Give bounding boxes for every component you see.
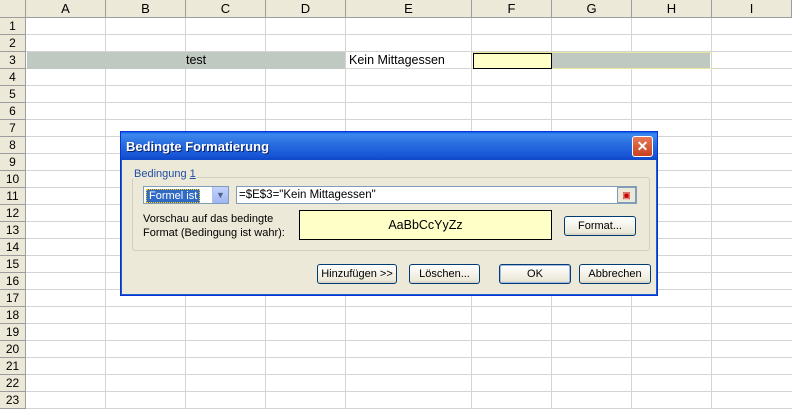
condition-group-label: Bedingung 1 bbox=[133, 168, 197, 180]
grid-row-line bbox=[26, 85, 792, 86]
add-condition-button[interactable]: Hinzufügen >> bbox=[317, 264, 397, 284]
row-header[interactable]: 19 bbox=[0, 324, 26, 341]
grid-column-line bbox=[711, 18, 712, 409]
column-header-d[interactable]: D bbox=[266, 0, 346, 18]
row-header[interactable]: 14 bbox=[0, 239, 26, 256]
row-header[interactable]: 2 bbox=[0, 35, 26, 52]
preview-label: Vorschau auf das bedingte Format (Beding… bbox=[143, 212, 285, 240]
row-header[interactable]: 17 bbox=[0, 290, 26, 307]
cell-e3[interactable]: Kein Mittagessen bbox=[349, 52, 445, 69]
grid-column-line bbox=[105, 18, 106, 409]
row-header[interactable]: 3 bbox=[0, 52, 26, 69]
preview-label-line1: Vorschau auf das bedingte bbox=[143, 213, 274, 225]
cell-b3[interactable]: test bbox=[186, 52, 216, 69]
row-header[interactable]: 22 bbox=[0, 375, 26, 392]
formula-input[interactable]: =$E$3="Kein Mittagessen" bbox=[236, 186, 637, 204]
conditional-formatting-dialog: Bedingte Formatierung ✕ Bedingung 1 Form… bbox=[120, 131, 658, 296]
dialog-title: Bedingte Formatierung bbox=[126, 139, 270, 154]
collapse-dialog-icon[interactable]: ▣ bbox=[617, 187, 636, 203]
column-header-h[interactable]: H bbox=[632, 0, 712, 18]
grid-row-line bbox=[26, 306, 792, 307]
grid-row-line bbox=[26, 357, 792, 358]
chevron-down-icon[interactable]: ▼ bbox=[212, 187, 228, 203]
format-button[interactable]: Format... bbox=[564, 216, 636, 236]
select-all-corner[interactable] bbox=[0, 0, 26, 18]
grid-row-line bbox=[26, 323, 792, 324]
column-header-i[interactable]: I bbox=[712, 0, 792, 18]
row-header[interactable]: 20 bbox=[0, 341, 26, 358]
row-header[interactable]: 21 bbox=[0, 358, 26, 375]
row-header[interactable]: 5 bbox=[0, 86, 26, 103]
grid-row-line bbox=[26, 34, 792, 35]
grid-row-line bbox=[26, 374, 792, 375]
row-header[interactable]: 15 bbox=[0, 256, 26, 273]
close-icon[interactable]: ✕ bbox=[632, 136, 653, 157]
format-preview: AaBbCcYyZz bbox=[299, 210, 552, 240]
dialog-titlebar[interactable]: Bedingte Formatierung ✕ bbox=[121, 132, 657, 160]
grid-row-line bbox=[26, 119, 792, 120]
row-header[interactable]: 8 bbox=[0, 137, 26, 154]
row-header[interactable]: 7 bbox=[0, 120, 26, 137]
cancel-button[interactable]: Abbrechen bbox=[579, 264, 651, 284]
row-header[interactable]: 11 bbox=[0, 188, 26, 205]
column-header-g[interactable]: G bbox=[552, 0, 632, 18]
row-header[interactable]: 9 bbox=[0, 154, 26, 171]
preview-label-line2: Format (Bedingung ist wahr): bbox=[143, 227, 285, 239]
delete-button[interactable]: Löschen... bbox=[409, 264, 480, 284]
condition-type-select[interactable]: Formel ist ▼ bbox=[143, 186, 229, 204]
row-header[interactable]: 23 bbox=[0, 392, 26, 409]
condition-type-value: Formel ist bbox=[146, 189, 201, 203]
column-header-b[interactable]: B bbox=[106, 0, 186, 18]
row-header[interactable]: 1 bbox=[0, 18, 26, 35]
row-header[interactable]: 13 bbox=[0, 222, 26, 239]
grid-row-line bbox=[26, 391, 792, 392]
column-header-e[interactable]: E bbox=[346, 0, 472, 18]
row-header[interactable]: 16 bbox=[0, 273, 26, 290]
condition-label-prefix: Bedingung bbox=[134, 168, 190, 180]
condition-label-number: 1 bbox=[189, 168, 196, 180]
row-header[interactable]: 18 bbox=[0, 307, 26, 324]
row-header[interactable]: 10 bbox=[0, 171, 26, 188]
grid-row-line bbox=[26, 102, 792, 103]
row-header[interactable]: 12 bbox=[0, 205, 26, 222]
cell-f3-selected[interactable] bbox=[473, 53, 552, 69]
column-header-a[interactable]: A bbox=[26, 0, 106, 18]
column-header-f[interactable]: F bbox=[472, 0, 552, 18]
ok-button[interactable]: OK bbox=[499, 264, 571, 284]
grid-row-line bbox=[26, 340, 792, 341]
row-header[interactable]: 6 bbox=[0, 103, 26, 120]
row-header[interactable]: 4 bbox=[0, 69, 26, 86]
column-header-c[interactable]: C bbox=[186, 0, 266, 18]
